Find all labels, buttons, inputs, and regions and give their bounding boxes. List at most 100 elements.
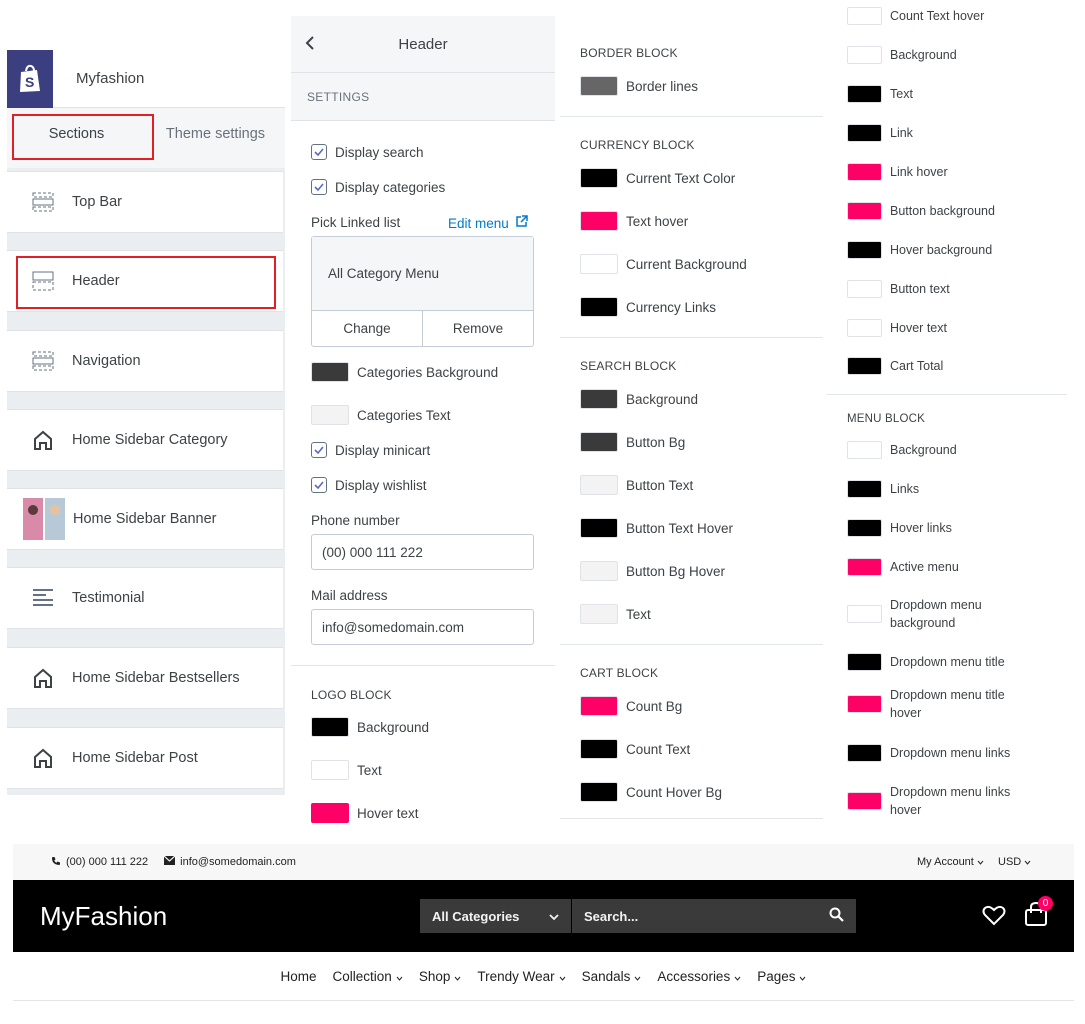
color-swatch[interactable] bbox=[580, 604, 618, 624]
nav-item-trendy-wear[interactable]: Trendy Wear bbox=[477, 969, 566, 984]
checkbox-checked-icon[interactable] bbox=[311, 144, 327, 160]
edit-menu-link[interactable]: Edit menu bbox=[448, 215, 528, 231]
hover-text-color[interactable]: Hover text bbox=[847, 319, 947, 337]
color-swatch[interactable] bbox=[311, 362, 349, 382]
link-hover-color[interactable]: Link hover bbox=[847, 163, 948, 181]
tab-theme-settings[interactable]: Theme settings bbox=[146, 100, 285, 168]
display-wishlist-checkbox[interactable]: Display wishlist bbox=[311, 477, 427, 493]
menu-background-color[interactable]: Background bbox=[847, 441, 957, 459]
color-swatch[interactable] bbox=[311, 405, 349, 425]
search-icon[interactable] bbox=[829, 907, 844, 925]
dropdown-menu-title-hover-color[interactable]: Dropdown menu title hover bbox=[847, 686, 1020, 722]
logo-hover-text-color[interactable]: Hover text bbox=[311, 803, 419, 823]
color-swatch[interactable] bbox=[580, 696, 618, 716]
color-swatch[interactable] bbox=[847, 441, 882, 459]
text-color[interactable]: Text bbox=[847, 85, 913, 103]
color-swatch[interactable] bbox=[847, 319, 882, 337]
color-swatch[interactable] bbox=[847, 695, 882, 713]
remove-button[interactable]: Remove bbox=[423, 311, 533, 346]
color-swatch[interactable] bbox=[580, 168, 618, 188]
color-swatch[interactable] bbox=[311, 760, 349, 780]
count-hover-bg-color[interactable]: Count Hover Bg bbox=[580, 782, 722, 802]
color-swatch[interactable] bbox=[847, 46, 882, 64]
menu-links-color[interactable]: Links bbox=[847, 480, 919, 498]
nav-item-collection[interactable]: Collection bbox=[333, 969, 403, 984]
categories-background-color[interactable]: Categories Background bbox=[311, 362, 498, 382]
border-lines-color[interactable]: Border lines bbox=[580, 76, 698, 96]
search-background-color[interactable]: Background bbox=[580, 389, 698, 409]
color-swatch[interactable] bbox=[580, 389, 618, 409]
currency-links-color[interactable]: Currency Links bbox=[580, 297, 716, 317]
search-text-color[interactable]: Text bbox=[580, 604, 651, 624]
mail-input[interactable]: info@somedomain.com bbox=[311, 609, 534, 645]
phone-input[interactable]: (00) 000 111 222 bbox=[311, 534, 534, 570]
hover-background-color[interactable]: Hover background bbox=[847, 241, 992, 259]
currency-menu[interactable]: USD bbox=[998, 856, 1031, 868]
color-swatch[interactable] bbox=[580, 297, 618, 317]
dropdown-menu-links-color[interactable]: Dropdown menu links bbox=[847, 744, 1010, 762]
color-swatch[interactable] bbox=[580, 782, 618, 802]
color-swatch[interactable] bbox=[580, 211, 618, 231]
button-bg-hover-color[interactable]: Button Bg Hover bbox=[580, 561, 725, 581]
button-bg-color[interactable]: Button Bg bbox=[580, 432, 685, 452]
color-swatch[interactable] bbox=[847, 241, 882, 259]
button-text-color[interactable]: Button Text bbox=[580, 475, 693, 495]
color-swatch[interactable] bbox=[847, 558, 882, 576]
color-swatch[interactable] bbox=[847, 480, 882, 498]
color-swatch[interactable] bbox=[847, 7, 882, 25]
brand-logo[interactable]: MyFashion bbox=[40, 901, 167, 932]
count-text-color[interactable]: Count Text bbox=[580, 739, 690, 759]
checkbox-checked-icon[interactable] bbox=[311, 179, 327, 195]
color-swatch[interactable] bbox=[847, 744, 882, 762]
color-swatch[interactable] bbox=[580, 254, 618, 274]
my-account-menu[interactable]: My Account bbox=[917, 856, 984, 868]
color-swatch[interactable] bbox=[847, 163, 882, 181]
active-menu-color[interactable]: Active menu bbox=[847, 558, 959, 576]
dropdown-menu-background-color[interactable]: Dropdown menu background bbox=[847, 596, 1010, 632]
nav-item-shop[interactable]: Shop bbox=[419, 969, 462, 984]
section-home-sidebar-banner[interactable]: Home Sidebar Banner bbox=[7, 488, 283, 550]
count-text-hover-color[interactable]: Count Text hover bbox=[847, 7, 984, 25]
change-button[interactable]: Change bbox=[312, 311, 423, 346]
checkbox-checked-icon[interactable] bbox=[311, 442, 327, 458]
button-background-color[interactable]: Button background bbox=[847, 202, 995, 220]
background-color[interactable]: Background bbox=[847, 46, 957, 64]
checkbox-checked-icon[interactable] bbox=[311, 477, 327, 493]
color-swatch[interactable] bbox=[580, 561, 618, 581]
section-home-sidebar-post[interactable]: Home Sidebar Post bbox=[7, 727, 283, 789]
category-select[interactable]: All Categories bbox=[420, 899, 571, 933]
link-color[interactable]: Link bbox=[847, 124, 913, 142]
color-swatch[interactable] bbox=[847, 605, 882, 623]
cart-total-color[interactable]: Cart Total bbox=[847, 357, 943, 375]
color-swatch[interactable] bbox=[580, 76, 618, 96]
hover-links-color[interactable]: Hover links bbox=[847, 519, 952, 537]
categories-text-color[interactable]: Categories Text bbox=[311, 405, 451, 425]
section-testimonial[interactable]: Testimonial bbox=[7, 567, 283, 629]
current-text-color[interactable]: Current Text Color bbox=[580, 168, 735, 188]
color-swatch[interactable] bbox=[847, 280, 882, 298]
nav-item-pages[interactable]: Pages bbox=[757, 969, 806, 984]
nav-item-accessories[interactable]: Accessories bbox=[657, 969, 741, 984]
color-swatch[interactable] bbox=[847, 792, 882, 810]
section-navigation[interactable]: Navigation bbox=[7, 330, 283, 392]
color-swatch[interactable] bbox=[847, 202, 882, 220]
section-home-sidebar-bestsellers[interactable]: Home Sidebar Bestsellers bbox=[7, 647, 283, 709]
display-minicart-checkbox[interactable]: Display minicart bbox=[311, 442, 430, 458]
color-swatch[interactable] bbox=[847, 85, 882, 103]
nav-item-home[interactable]: Home bbox=[281, 969, 317, 984]
button-text-color[interactable]: Button text bbox=[847, 280, 950, 298]
logo-text-color[interactable]: Text bbox=[311, 760, 382, 780]
section-top-bar[interactable]: Top Bar bbox=[7, 171, 283, 233]
wishlist-heart-icon[interactable] bbox=[982, 904, 1006, 931]
color-swatch[interactable] bbox=[580, 518, 618, 538]
search-input[interactable]: Search... bbox=[572, 899, 856, 933]
back-chevron-icon[interactable] bbox=[305, 35, 315, 56]
current-background-color[interactable]: Current Background bbox=[580, 254, 747, 274]
text-hover-color[interactable]: Text hover bbox=[580, 211, 688, 231]
display-search-checkbox[interactable]: Display search bbox=[311, 144, 424, 160]
color-swatch[interactable] bbox=[311, 717, 349, 737]
section-home-sidebar-category[interactable]: Home Sidebar Category bbox=[7, 409, 283, 471]
color-swatch[interactable] bbox=[847, 653, 882, 671]
color-swatch[interactable] bbox=[580, 739, 618, 759]
color-swatch[interactable] bbox=[847, 357, 882, 375]
